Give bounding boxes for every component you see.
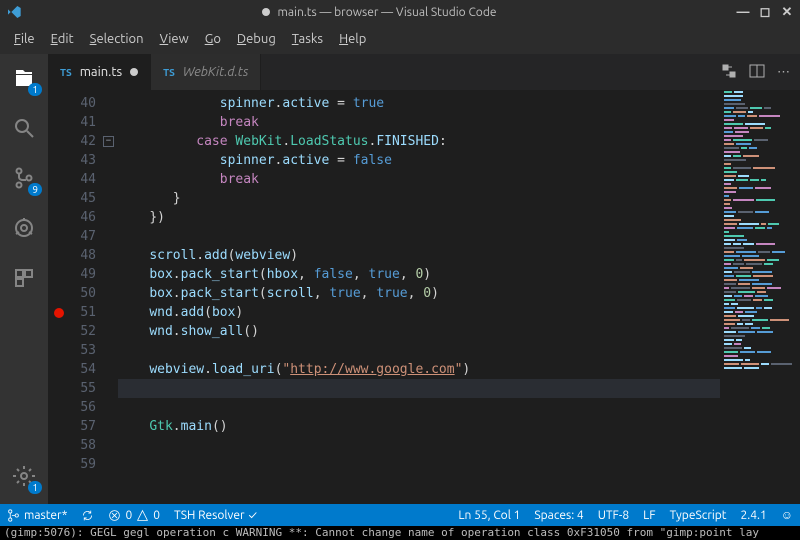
menu-selection[interactable]: Selection	[84, 30, 150, 48]
editor-group: TS main.ts TS WebKit.d.ts ⋯ 404142−43444546…	[48, 54, 800, 504]
line-number: 59	[48, 455, 118, 474]
line-number: 51	[48, 303, 118, 322]
encoding-status[interactable]: UTF-8	[591, 509, 636, 522]
code-line[interactable]	[118, 455, 800, 474]
sync-status-icon[interactable]	[74, 509, 101, 522]
minimap[interactable]	[720, 90, 800, 504]
line-number: 40	[48, 94, 118, 113]
line-number: 42−	[48, 132, 118, 151]
line-number: 53	[48, 341, 118, 360]
code-line[interactable]: Gtk.main()	[118, 417, 800, 436]
eol-status[interactable]: LF	[636, 509, 662, 522]
indent-status[interactable]: Spaces: 4	[527, 509, 590, 522]
menu-debug[interactable]: Debug	[231, 30, 282, 48]
line-number: 57	[48, 417, 118, 436]
line-number: 55	[48, 379, 118, 398]
line-number: 48	[48, 246, 118, 265]
breakpoint-icon[interactable]	[54, 308, 64, 318]
code-line[interactable]	[118, 379, 794, 398]
maximize-button[interactable]: ◻	[758, 5, 772, 20]
status-bar: master* 0 0 TSH Resolver ✓ Ln 55, Col 1 …	[0, 504, 800, 526]
line-number: 50	[48, 284, 118, 303]
tab-bar: TS main.ts TS WebKit.d.ts ⋯	[48, 54, 800, 90]
scm-badge: 9	[28, 183, 42, 196]
line-number: 41	[48, 113, 118, 132]
menu-help[interactable]: Help	[333, 30, 372, 48]
line-number: 43	[48, 151, 118, 170]
menu-view[interactable]: View	[154, 30, 195, 48]
tab-label: WebKit.d.ts	[183, 65, 249, 79]
typescript-file-icon: TS	[60, 67, 72, 78]
check-icon: ✓	[249, 509, 257, 522]
tsh-resolver-status[interactable]: TSH Resolver ✓	[167, 509, 264, 522]
line-number: 58	[48, 436, 118, 455]
extensions-icon[interactable]	[10, 264, 38, 292]
code-line[interactable]: scroll.add(webview)	[118, 246, 800, 265]
explorer-icon[interactable]: 1	[10, 64, 38, 92]
language-status[interactable]: TypeScript	[663, 509, 734, 522]
code-line[interactable]	[118, 398, 800, 417]
code-line[interactable]: break	[118, 113, 800, 132]
menu-file[interactable]: File	[8, 30, 41, 48]
line-number: 44	[48, 170, 118, 189]
ts-version-status[interactable]: 2.4.1	[734, 509, 774, 522]
code-area[interactable]: spinner.active = true break case WebKit.…	[118, 90, 800, 504]
settings-gear-icon[interactable]: 1	[10, 462, 38, 490]
titlebar: main.ts — browser — Visual Studio Code —…	[0, 0, 800, 24]
code-line[interactable]: wnd.add(box)	[118, 303, 800, 322]
minimize-button[interactable]: —	[736, 5, 750, 20]
menubar: FileEditSelectionViewGoDebugTasksHelp	[0, 24, 800, 54]
split-editor-icon[interactable]	[749, 63, 765, 82]
tab-dirty-icon	[130, 68, 138, 76]
search-icon[interactable]	[10, 114, 38, 142]
terminal-output: (gimp:5076): GEGL gegl operation c WARNI…	[0, 526, 800, 540]
menu-edit[interactable]: Edit	[45, 30, 80, 48]
feedback-smiley-icon[interactable]: ☺	[774, 508, 800, 522]
code-line[interactable]: break	[118, 170, 800, 189]
explorer-badge: 1	[28, 83, 42, 96]
line-number: 56	[48, 398, 118, 417]
code-line[interactable]: webview.load_uri("http://www.google.com"…	[118, 360, 800, 379]
tab-main-ts[interactable]: TS main.ts	[48, 54, 151, 90]
menu-go[interactable]: Go	[199, 30, 227, 48]
line-number: 46	[48, 208, 118, 227]
line-number: 52	[48, 322, 118, 341]
problems-status[interactable]: 0 0	[101, 509, 167, 522]
debug-icon[interactable]	[10, 214, 38, 242]
git-branch-status[interactable]: master*	[0, 509, 74, 522]
tab-label: main.ts	[80, 65, 122, 79]
fold-icon[interactable]: −	[103, 136, 114, 147]
settings-badge: 1	[28, 481, 42, 494]
line-gutter: 404142−434445464748495051525354555657585…	[48, 90, 118, 504]
code-line[interactable]: spinner.active = false	[118, 151, 800, 170]
code-line[interactable]	[118, 436, 800, 455]
cursor-position-status[interactable]: Ln 55, Col 1	[451, 509, 527, 522]
source-control-icon[interactable]: 9	[10, 164, 38, 192]
activity-bar: 1 9 1	[0, 54, 48, 504]
close-button[interactable]: ✕	[780, 5, 794, 20]
compare-changes-icon[interactable]	[721, 63, 737, 82]
more-actions-icon[interactable]: ⋯	[777, 65, 790, 80]
line-number: 54	[48, 360, 118, 379]
code-line[interactable]: case WebKit.LoadStatus.FINISHED:	[118, 132, 800, 151]
code-line[interactable]: spinner.active = true	[118, 94, 800, 113]
code-line[interactable]: wnd.show_all()	[118, 322, 800, 341]
code-line[interactable]	[118, 227, 800, 246]
code-line[interactable]: })	[118, 208, 800, 227]
dirty-indicator-icon	[262, 8, 270, 16]
vscode-logo-icon	[6, 4, 22, 20]
menu-tasks[interactable]: Tasks	[286, 30, 329, 48]
code-line[interactable]	[118, 341, 800, 360]
line-number: 45	[48, 189, 118, 208]
typescript-file-icon: TS	[163, 67, 175, 78]
code-line[interactable]: box.pack_start(hbox, false, true, 0)	[118, 265, 800, 284]
editor-surface[interactable]: 404142−434445464748495051525354555657585…	[48, 90, 800, 504]
line-number: 47	[48, 227, 118, 246]
window-title: main.ts — browser — Visual Studio Code	[278, 6, 497, 19]
code-line[interactable]: box.pack_start(scroll, true, true, 0)	[118, 284, 800, 303]
code-line[interactable]: }	[118, 189, 800, 208]
line-number: 49	[48, 265, 118, 284]
tab-WebKit-d-ts[interactable]: TS WebKit.d.ts	[151, 54, 261, 90]
